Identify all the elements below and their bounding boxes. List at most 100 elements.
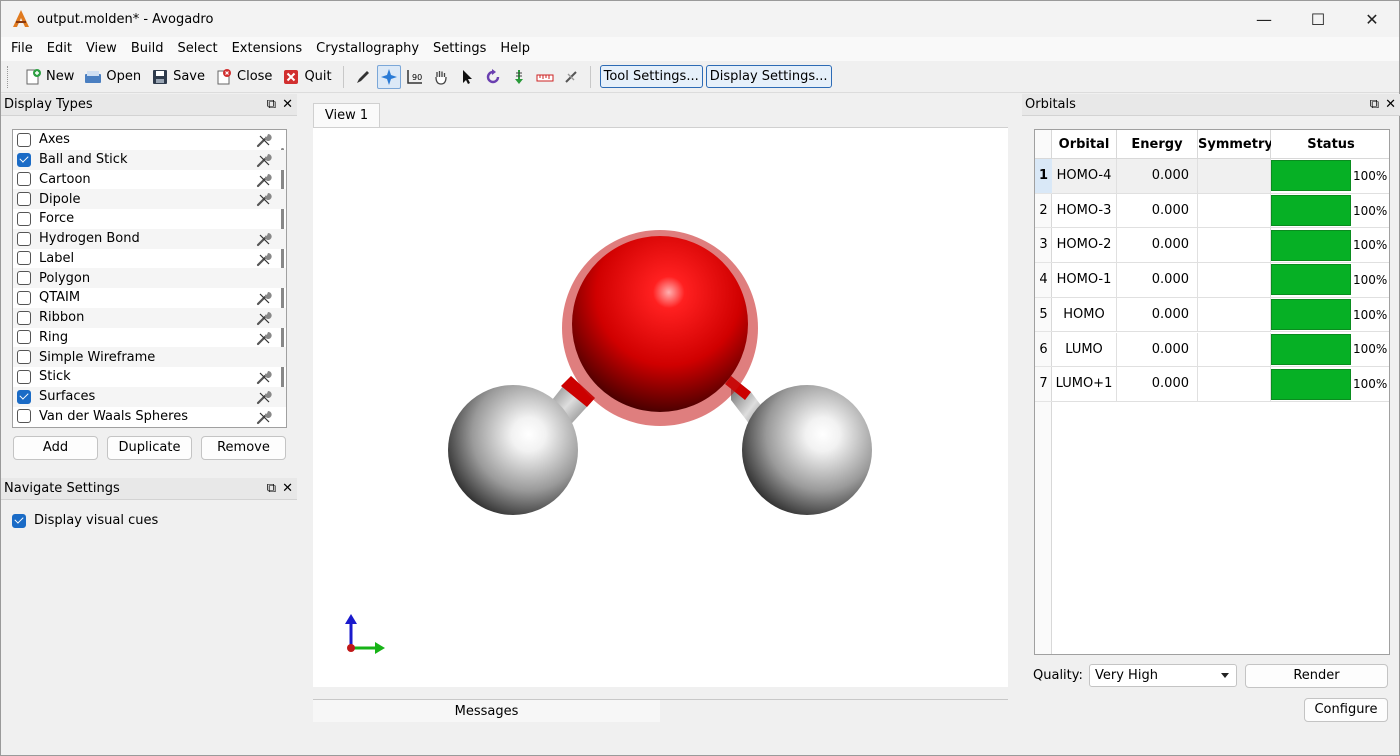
display-type-item[interactable]: Hydrogen Bond [13,228,286,249]
display-type-checkbox[interactable] [17,330,31,345]
orbitals-table[interactable]: Orbital Energy (eV) Symmetry Status 1HOM… [1034,129,1390,655]
remove-display-type-button[interactable]: Remove [201,436,286,460]
orbital-status-cell[interactable]: 100% [1271,194,1389,229]
visual-cues-checkbox[interactable] [12,513,26,528]
row-header[interactable]: 2 [1035,194,1052,229]
align-tool-button[interactable] [507,65,531,89]
orbital-energy-cell[interactable]: 0.000 [1117,367,1198,402]
orbital-symmetry-cell[interactable] [1198,332,1271,368]
visual-cues-option[interactable]: Display visual cues [12,513,158,528]
display-types-list[interactable]: Axes Ball and Stick Cartoon Dipole Force Hydr… [12,129,287,428]
orbital-energy-cell[interactable]: 0.000 [1117,297,1198,333]
quit-button[interactable]: Quit [277,64,336,90]
orbital-name-cell[interactable]: HOMO-1 [1052,263,1117,298]
save-button[interactable]: Save [146,64,210,90]
wrench-icon[interactable] [256,251,272,267]
orbital-status-cell[interactable]: 100% [1271,159,1389,194]
select-tool-button[interactable] [455,65,479,89]
menu-select[interactable]: Select [170,37,224,61]
close-window-button[interactable]: ✕ [1345,1,1399,37]
orbital-symmetry-cell[interactable] [1198,159,1271,194]
menu-view[interactable]: View [79,37,124,61]
display-type-checkbox[interactable] [17,172,31,187]
orbital-status-cell[interactable]: 100% [1271,333,1389,368]
column-header-status[interactable]: Status [1271,130,1389,159]
orbital-symmetry-cell[interactable] [1198,193,1271,229]
float-dock-icon[interactable]: ⧉ [1370,94,1379,116]
column-header-energy[interactable]: Energy (eV) [1117,130,1198,181]
manipulate-tool-button[interactable] [429,65,453,89]
new-button[interactable]: New [19,64,79,90]
ruler-tool-button[interactable] [533,65,557,89]
orbital-energy-cell[interactable]: 0.000 [1117,332,1198,368]
orbital-name-cell[interactable]: HOMO-4 [1052,159,1117,194]
display-type-item[interactable]: Cartoon [13,170,286,190]
display-type-checkbox[interactable] [17,192,31,207]
tool-settings-button[interactable]: Tool Settings... [599,65,703,88]
display-type-item[interactable]: QTAIM [13,288,286,308]
display-type-item[interactable]: Surfaces [13,386,286,407]
wrench-icon[interactable] [256,409,272,425]
orbital-status-cell[interactable]: 100% [1271,367,1389,402]
display-type-checkbox[interactable] [17,369,31,384]
orbital-energy-cell[interactable]: 0.000 [1117,193,1198,229]
display-type-item[interactable]: Force [13,209,286,229]
orbital-name-cell[interactable]: HOMO-3 [1052,193,1117,229]
close-dock-icon[interactable]: ✕ [1385,94,1396,116]
orbital-name-cell[interactable]: LUMO+1 [1052,367,1117,402]
float-dock-icon[interactable]: ⧉ [267,478,276,500]
display-type-checkbox[interactable] [17,251,31,266]
wrench-icon[interactable] [256,290,272,306]
row-header[interactable]: 3 [1035,228,1052,264]
orbital-symmetry-cell[interactable] [1198,263,1271,298]
display-type-item[interactable]: Van der Waals Spheres [13,407,286,427]
menu-edit[interactable]: Edit [40,37,79,61]
navigate-tool-button[interactable] [376,64,401,89]
display-type-item[interactable]: Stick [13,367,286,387]
menu-extensions[interactable]: Extensions [225,37,310,61]
rotate-tool-button[interactable] [481,65,505,89]
column-header-symmetry[interactable]: Symmetry [1198,130,1273,159]
display-type-checkbox[interactable] [17,389,31,404]
row-header[interactable]: 4 [1035,263,1052,298]
wrench-icon[interactable] [256,191,272,207]
orbital-symmetry-cell[interactable] [1198,367,1271,402]
row-header[interactable]: 7 [1035,367,1052,402]
menu-file[interactable]: File [4,37,40,61]
wrench-icon[interactable] [256,132,272,148]
display-type-checkbox[interactable] [17,132,31,147]
tab-view-1[interactable]: View 1 [313,103,380,127]
orbital-name-cell[interactable]: LUMO [1052,332,1117,368]
minimize-button[interactable]: — [1237,1,1291,37]
bond-tool-button[interactable] [559,65,583,89]
display-type-item[interactable]: Polygon [13,268,286,288]
display-type-item[interactable]: Axes [13,130,286,150]
orbital-status-cell[interactable]: 100% [1271,228,1389,264]
wrench-icon[interactable] [256,172,272,188]
measure-tool-button[interactable]: 90 [403,65,427,89]
menu-settings[interactable]: Settings [426,37,493,61]
row-header[interactable]: 5 [1035,298,1052,333]
molecule-viewport[interactable] [313,127,1008,687]
display-type-checkbox[interactable] [17,310,31,325]
close-dock-icon[interactable]: ✕ [282,94,293,116]
display-settings-button[interactable]: Display Settings... [705,65,832,88]
row-header[interactable]: 6 [1035,333,1052,368]
display-type-checkbox[interactable] [17,271,31,286]
configure-button[interactable]: Configure [1304,698,1388,722]
display-type-checkbox[interactable] [17,211,31,226]
wrench-icon[interactable] [256,152,272,168]
column-header-orbital[interactable]: Orbital [1052,130,1117,159]
orbital-status-cell[interactable]: 100% [1271,298,1389,333]
menu-build[interactable]: Build [124,37,171,61]
menu-help[interactable]: Help [493,37,537,61]
wrench-icon[interactable] [256,369,272,385]
tab-messages[interactable]: Messages [313,699,660,722]
display-type-item[interactable]: Dipole [13,189,286,209]
orbital-symmetry-cell[interactable] [1198,228,1271,264]
display-type-checkbox[interactable] [17,409,31,424]
row-header[interactable]: 1 [1035,159,1052,194]
toolbar-grip[interactable] [7,65,11,88]
display-type-checkbox[interactable] [17,231,31,246]
orbital-status-cell[interactable]: 100% [1271,263,1389,298]
